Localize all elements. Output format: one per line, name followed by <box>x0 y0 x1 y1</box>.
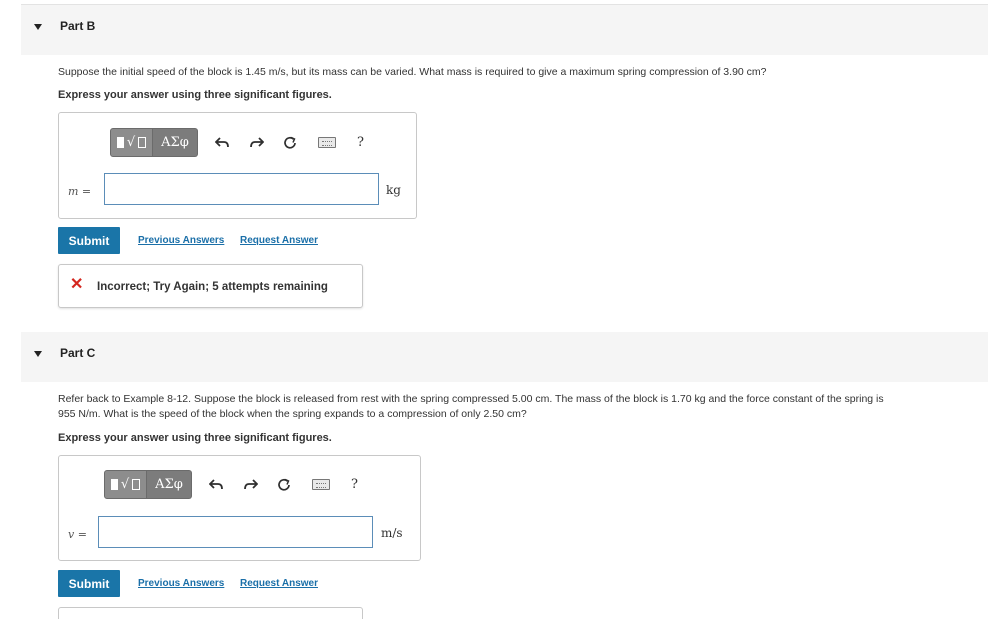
part-c-question-line-1: Refer back to Example 8-12. Suppose the … <box>58 393 884 405</box>
reset-icon[interactable] <box>277 478 291 492</box>
part-b-instruction: Express your answer using three signific… <box>58 89 332 101</box>
mass-variable-label: m = <box>68 185 92 198</box>
templates-icon <box>110 479 118 490</box>
part-c-question-line-2: 955 N/m. What is the speed of the block … <box>58 408 527 420</box>
speed-answer-input[interactable] <box>98 516 373 548</box>
keyboard-icon[interactable] <box>318 137 336 148</box>
part-b-header[interactable]: Part B <box>21 5 988 55</box>
part-b-question: Suppose the initial speed of the block i… <box>58 66 767 78</box>
redo-icon[interactable] <box>250 136 264 149</box>
templates-button[interactable]: √ <box>110 128 153 157</box>
keyboard-icon[interactable] <box>312 479 330 490</box>
part-b-feedback-box: ✕ Incorrect; Try Again; 5 attempts remai… <box>58 264 363 308</box>
part-c-toolbar: √ ΑΣφ ? <box>104 470 358 499</box>
greek-letters-button[interactable]: ΑΣφ <box>147 470 192 499</box>
part-c-request-answer-link[interactable]: Request Answer <box>240 578 318 589</box>
incorrect-x-icon: ✕ <box>70 276 84 293</box>
part-c-question: Refer back to Example 8-12. Suppose the … <box>58 392 983 422</box>
part-b-answer-box: √ ΑΣφ ? m = kg <box>58 112 417 219</box>
help-icon[interactable]: ? <box>357 135 364 150</box>
part-c-submit-button[interactable]: Submit <box>58 570 120 597</box>
part-c-instruction: Express your answer using three signific… <box>58 432 332 444</box>
part-c-previous-answers-link[interactable]: Previous Answers <box>138 578 224 589</box>
part-c-answer-box: √ ΑΣφ ? v = m/s <box>58 455 421 561</box>
collapse-triangle-icon[interactable] <box>34 24 42 30</box>
reset-icon[interactable] <box>283 136 297 150</box>
part-b-toolbar: √ ΑΣφ ? <box>110 128 364 157</box>
collapse-triangle-icon[interactable] <box>34 351 42 357</box>
templates-icon <box>116 137 124 148</box>
part-b-previous-answers-link[interactable]: Previous Answers <box>138 235 224 246</box>
part-b-title: Part B <box>60 19 96 33</box>
part-b-submit-button[interactable]: Submit <box>58 227 120 254</box>
part-c-feedback-box <box>58 607 363 619</box>
templates-button[interactable]: √ <box>104 470 147 499</box>
part-b-request-answer-link[interactable]: Request Answer <box>240 235 318 246</box>
part-c-header[interactable]: Part C <box>21 332 988 382</box>
undo-icon[interactable] <box>209 478 223 491</box>
help-icon[interactable]: ? <box>351 477 358 492</box>
mass-unit-label: kg <box>386 183 401 197</box>
speed-unit-label: m/s <box>381 526 403 540</box>
greek-letters-button[interactable]: ΑΣφ <box>153 128 198 157</box>
undo-icon[interactable] <box>215 136 229 149</box>
part-c-title: Part C <box>60 346 96 360</box>
speed-variable-label: v = <box>68 528 87 541</box>
feedback-message: Incorrect; Try Again; 5 attempts remaini… <box>97 281 328 293</box>
mass-answer-input[interactable] <box>104 173 379 205</box>
redo-icon[interactable] <box>244 478 258 491</box>
